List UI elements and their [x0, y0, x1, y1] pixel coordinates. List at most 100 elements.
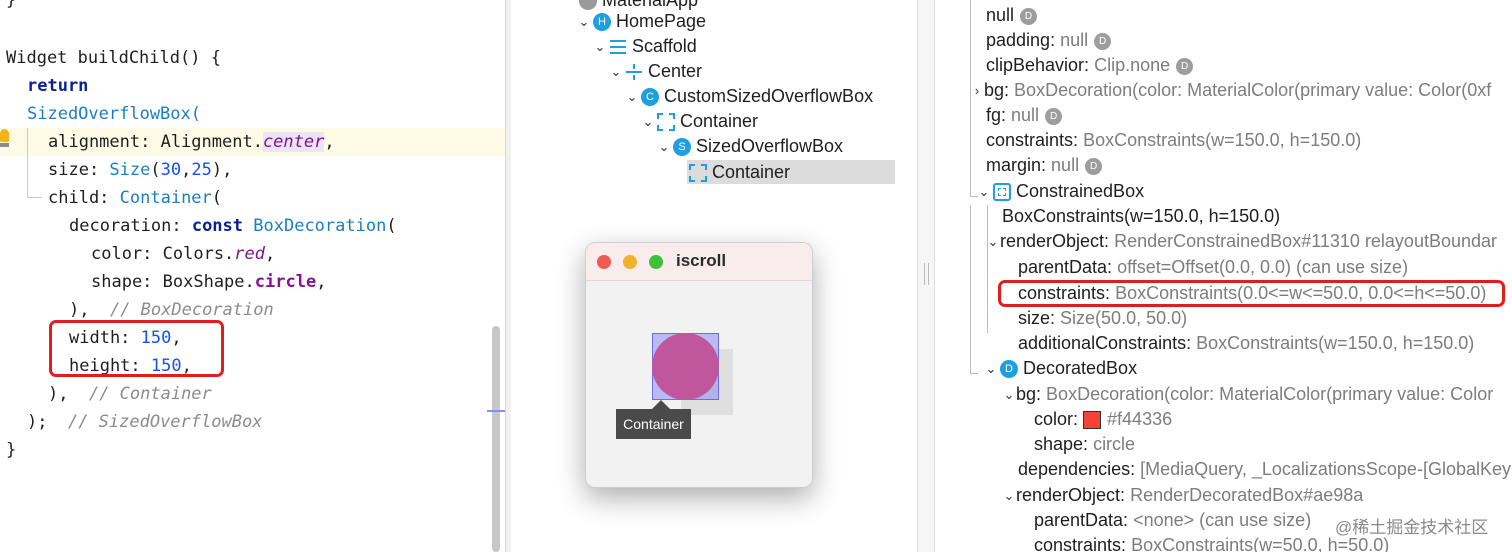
chevron-down-icon[interactable]: ⌄: [641, 110, 655, 134]
code-line-decoration[interactable]: decoration: const BoxDecoration(: [69, 212, 397, 240]
code-line-child[interactable]: child: Container(: [48, 184, 222, 212]
prop-row-color[interactable]: color: #f44336: [1034, 407, 1172, 431]
tree-item-customsizedoverflowbox[interactable]: ⌄ C CustomSizedOverflowBox: [625, 84, 873, 108]
tree-item-label: CustomSizedOverflowBox: [664, 86, 874, 106]
drag-handle-icon[interactable]: [924, 263, 929, 285]
prop-value: null: [1011, 105, 1040, 125]
prop-row-expandable[interactable]: ⌄bg: BoxDecoration(color: MaterialColor(…: [1002, 382, 1494, 407]
minimize-window-button[interactable]: [623, 255, 637, 269]
prop-value: offset=Offset(0.0, 0.0) (can use size): [1117, 257, 1409, 277]
prop-name: bg:: [1016, 384, 1042, 404]
indent-guide: [27, 128, 28, 198]
prop-row[interactable]: parentData: <none> (can use size): [1034, 508, 1311, 532]
code-token: ,: [324, 132, 335, 152]
maximize-window-button[interactable]: [649, 255, 663, 269]
prop-row[interactable]: padding: null D: [986, 28, 1112, 52]
prop-row[interactable]: constraints: BoxConstraints(w=150.0, h=1…: [986, 128, 1361, 152]
prop-row-expandable[interactable]: › bg: BoxDecoration(color: MaterialColor(…: [970, 78, 1491, 102]
code-token: ,: [265, 244, 276, 264]
code-token: (: [386, 216, 397, 236]
lightbulb-icon[interactable]: [0, 129, 9, 142]
tree-item-container[interactable]: ⌄ Container: [641, 109, 758, 133]
red-circle-widget[interactable]: [652, 333, 719, 400]
prop-name: null: [986, 5, 1015, 25]
prop-name: additionalConstraints:: [1018, 333, 1192, 353]
indent-guide: [27, 197, 42, 198]
chevron-down-icon[interactable]: ⌄: [986, 230, 1000, 254]
tree-connector: [987, 205, 988, 333]
prop-row[interactable]: clipBehavior: Clip.none D: [986, 53, 1194, 77]
prop-row[interactable]: fg: null D: [986, 103, 1063, 127]
code-line-sizedoverflowbox[interactable]: SizedOverflowBox(: [27, 100, 201, 128]
prop-row[interactable]: size: Size(50.0, 50.0): [1018, 306, 1187, 330]
prop-value: [MediaQuery, _LocalizationsScope-[Global…: [1140, 459, 1511, 479]
editor-scrollbar[interactable]: [492, 326, 500, 552]
prop-row[interactable]: null D: [986, 3, 1038, 27]
chevron-down-icon[interactable]: ⌄: [984, 357, 998, 381]
code-line-shape[interactable]: shape: BoxShape.circle,: [91, 268, 326, 296]
code-line-size[interactable]: size: Size(30,25),: [48, 156, 232, 184]
tree-item-scaffold[interactable]: ⌄ Scaffold: [593, 34, 697, 58]
prop-name: constraints:: [1034, 535, 1127, 552]
tree-item-label: Scaffold: [632, 36, 697, 56]
code-line-return[interactable]: return: [27, 72, 88, 100]
code-line-signature[interactable]: Widget buildChild() {: [6, 44, 221, 72]
chevron-down-icon[interactable]: ⌄: [657, 135, 671, 159]
tree-connector: [970, 373, 978, 374]
code-token: Size: [109, 160, 151, 180]
code-token: child:: [48, 188, 120, 208]
prop-row[interactable]: BoxConstraints(w=150.0, h=150.0): [1002, 204, 1280, 228]
chevron-right-icon[interactable]: ›: [970, 79, 984, 103]
tree-node-constrainedbox[interactable]: ⌄ ConstrainedBox: [977, 179, 1144, 203]
prop-value: RenderDecoratedBox#ae98a: [1130, 485, 1364, 505]
tree-item-center[interactable]: ⌄ Center: [609, 59, 702, 83]
prop-row[interactable]: dependencies: [MediaQuery, _Localization…: [1018, 457, 1511, 481]
close-window-button[interactable]: [597, 255, 611, 269]
prop-value: RenderConstrainedBox#11310 relayoutBound…: [1114, 231, 1498, 251]
code-token: decoration:: [69, 216, 192, 236]
prop-name: ConstrainedBox: [1016, 181, 1145, 201]
prop-row-expandable[interactable]: ⌄renderObject: RenderConstrainedBox#1131…: [986, 229, 1497, 253]
prop-name: DecoratedBox: [1023, 358, 1138, 378]
properties-panel[interactable]: null D padding: null D clipBehavior: Clip.…: [935, 0, 1512, 552]
code-token: (: [150, 160, 161, 180]
prop-name: renderObject:: [1000, 231, 1110, 251]
prop-value: null: [1051, 155, 1080, 175]
chevron-down-icon[interactable]: ⌄: [977, 180, 991, 204]
panel-splitter[interactable]: [917, 0, 935, 552]
chevron-down-icon[interactable]: ⌄: [577, 10, 591, 34]
prop-row[interactable]: margin: null D: [986, 153, 1103, 177]
chevron-down-icon[interactable]: ⌄: [609, 60, 623, 84]
prop-row[interactable]: parentData: offset=Offset(0.0, 0.0) (can…: [1018, 255, 1408, 279]
code-line-container-close[interactable]: ), // Container: [48, 380, 212, 408]
code-editor[interactable]: } Widget buildChild() { return SizedOver…: [0, 0, 505, 552]
tree-node-decoratedbox[interactable]: ⌄ D DecoratedBox: [984, 356, 1137, 380]
prop-value: <none> (can use size): [1133, 510, 1312, 530]
tree-item-label: Container: [680, 111, 759, 131]
chevron-down-icon[interactable]: ⌄: [1002, 383, 1016, 407]
code-line-alignment[interactable]: alignment: Alignment.center,: [48, 128, 335, 156]
prop-row[interactable]: additionalConstraints: BoxConstraints(w=…: [1018, 331, 1474, 355]
code-token: ),: [69, 300, 110, 320]
prop-name: size:: [1018, 308, 1056, 328]
chevron-down-icon[interactable]: ⌄: [625, 85, 639, 109]
prop-row-expandable[interactable]: ⌄renderObject: RenderDecoratedBox#ae98a: [1002, 483, 1364, 508]
window-titlebar[interactable]: iscroll: [586, 243, 812, 281]
code-token: shape: BoxShape.: [91, 272, 255, 292]
diagnostic-d-icon: D: [1176, 57, 1194, 75]
chevron-down-icon[interactable]: ⌄: [593, 35, 607, 59]
chevron-down-icon[interactable]: ⌄: [1002, 484, 1016, 508]
tree-item-container-selected[interactable]: Container: [687, 160, 790, 184]
code-token: alignment: Alignment.: [48, 132, 263, 152]
tree-item-sizedoverflowbox[interactable]: ⌄ S SizedOverflowBox: [657, 134, 843, 158]
prop-row[interactable]: shape: circle: [1034, 432, 1135, 456]
iscroll-app-window[interactable]: iscroll Container: [585, 242, 813, 488]
code-line-sob-close[interactable]: ); // SizedOverflowBox: [27, 408, 262, 436]
highlight-box-constraints: [998, 280, 1505, 307]
code-token: Container: [119, 188, 212, 208]
prop-name: margin:: [986, 155, 1047, 175]
code-line-color[interactable]: color: Colors.red,: [91, 240, 275, 268]
tree-item-homepage[interactable]: ⌄ H HomePage: [577, 9, 706, 33]
constrainedbox-icon: [993, 183, 1011, 202]
prop-name: bg:: [984, 80, 1010, 100]
